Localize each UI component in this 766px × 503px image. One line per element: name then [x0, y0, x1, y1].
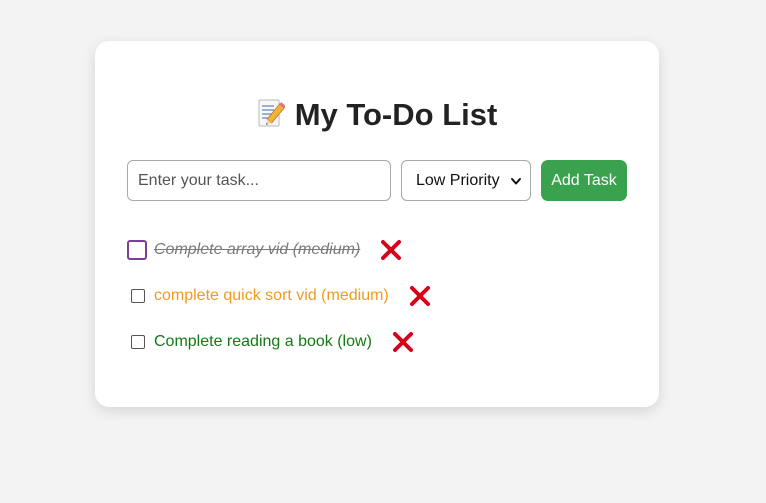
delete-task-icon[interactable]	[380, 239, 402, 261]
memo-pencil-icon	[257, 97, 286, 129]
priority-selected-value: Low Priority	[416, 171, 500, 189]
priority-select[interactable]: Low Priority	[401, 160, 531, 201]
checkmark-icon	[132, 245, 144, 256]
task-text: complete quick sort vid (medium)	[154, 287, 389, 304]
task-text: Complete reading a book (low)	[154, 333, 372, 350]
chevron-down-icon	[510, 174, 522, 186]
task-text: Complete array vid (medium)	[154, 241, 361, 258]
task-checkbox[interactable]	[131, 289, 145, 303]
task-input[interactable]	[127, 160, 391, 201]
task-list: Complete array vid (medium) complete qui…	[127, 227, 659, 365]
page-title: My To-Do List	[95, 95, 659, 135]
task-item: Complete array vid (medium)	[127, 227, 659, 273]
task-checkbox[interactable]	[131, 335, 145, 349]
task-item: complete quick sort vid (medium)	[127, 273, 659, 319]
task-checkbox[interactable]	[127, 240, 147, 260]
title-text: My To-Do List	[294, 97, 498, 132]
task-item: Complete reading a book (low)	[127, 319, 659, 365]
todo-card: My To-Do List Low Priority Add Task Comp…	[95, 41, 659, 407]
delete-task-icon[interactable]	[409, 285, 431, 307]
add-task-button[interactable]: Add Task	[541, 160, 627, 201]
delete-task-icon[interactable]	[392, 331, 414, 353]
